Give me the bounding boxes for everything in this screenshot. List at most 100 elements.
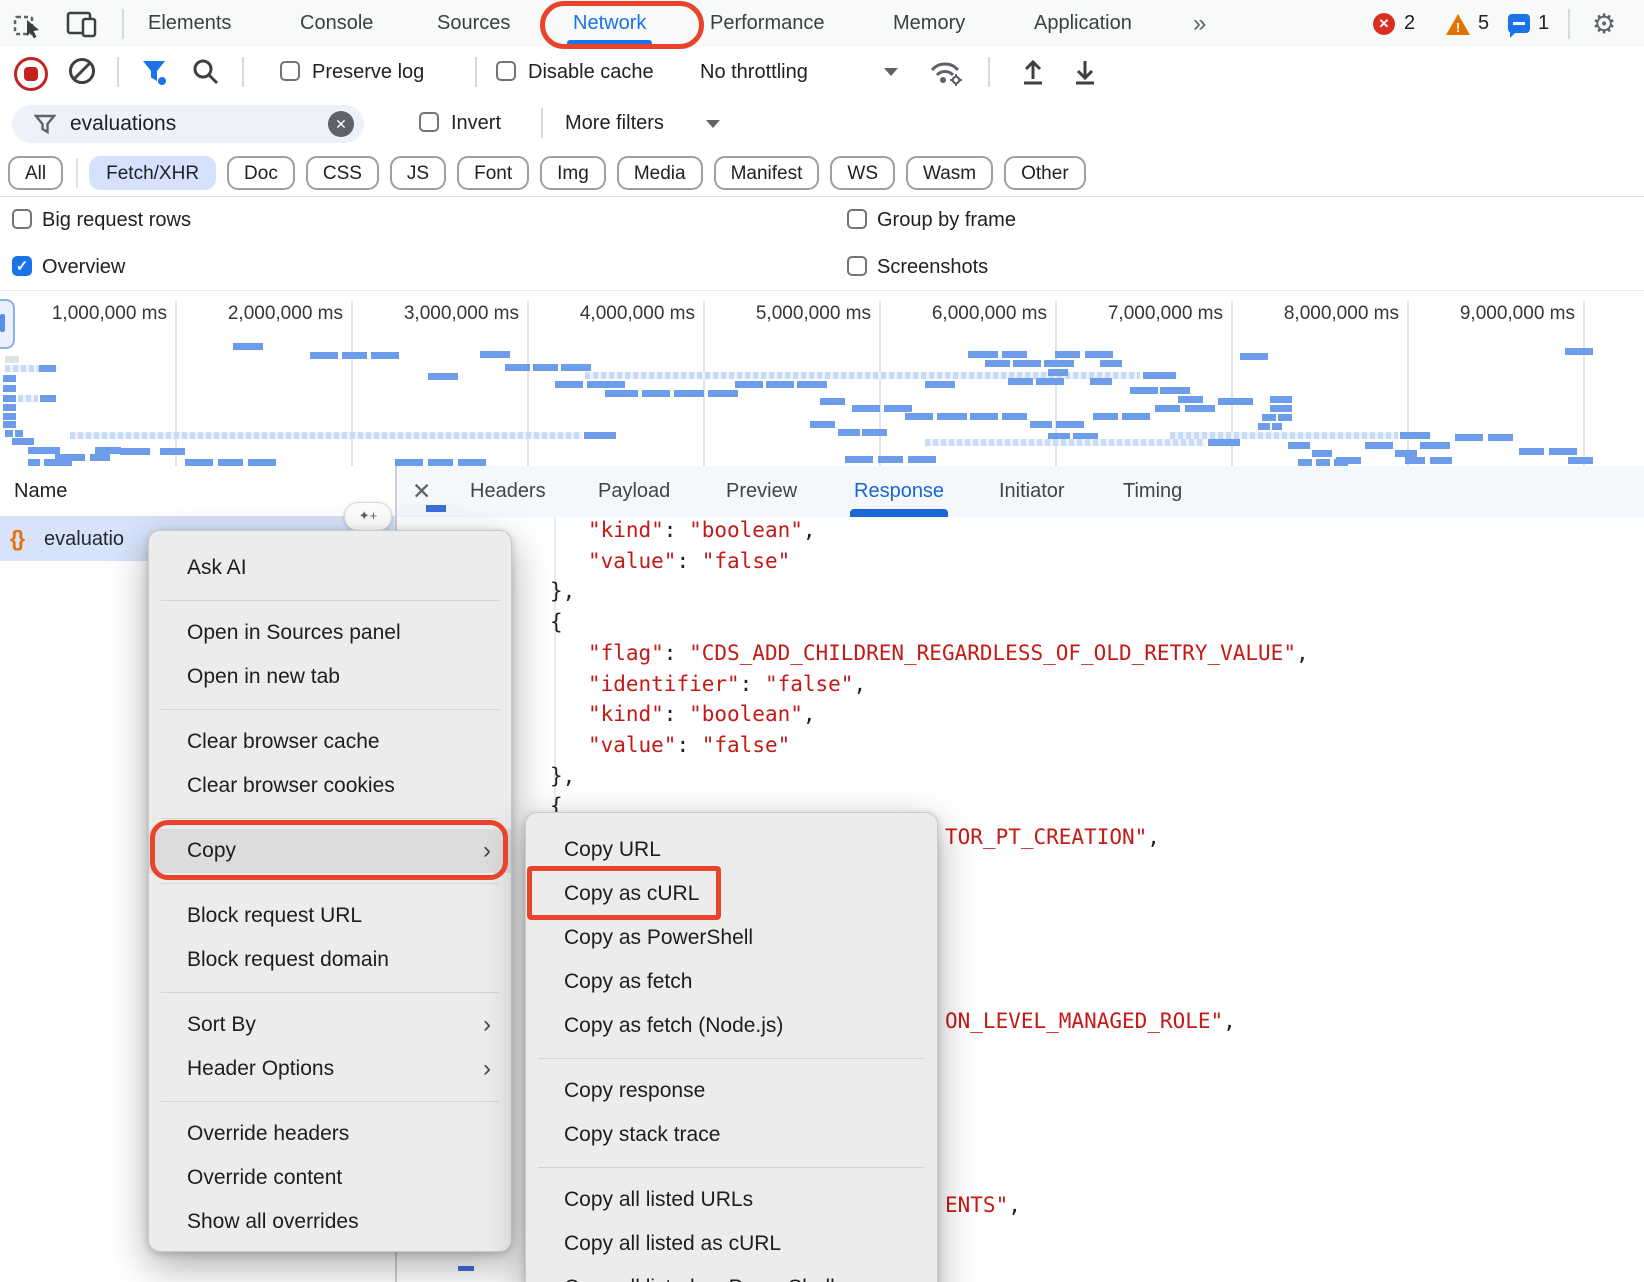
preserve-log-label[interactable]: Preserve log	[312, 47, 424, 97]
network-conditions-icon[interactable]	[928, 56, 964, 88]
detail-tab-preview[interactable]: Preview	[726, 466, 797, 517]
submenu-item-copy-response[interactable]: Copy response	[526, 1069, 937, 1113]
detail-tab-headers[interactable]: Headers	[470, 466, 546, 517]
search-icon[interactable]	[192, 58, 220, 86]
type-filter-manifest[interactable]: Manifest	[714, 156, 820, 190]
menu-item-open-in-sources-panel[interactable]: Open in Sources panel	[149, 611, 511, 655]
warning-icon[interactable]: !	[1446, 14, 1470, 35]
type-filter-img[interactable]: Img	[540, 156, 606, 190]
filter-bar: evaluations ✕ Invert More filters	[0, 97, 1644, 150]
message-count[interactable]: 1	[1538, 0, 1549, 47]
preserve-log-checkbox[interactable]	[280, 61, 300, 81]
detail-tab-timing[interactable]: Timing	[1123, 466, 1182, 517]
type-filter-js[interactable]: JS	[390, 156, 446, 190]
disable-cache-label[interactable]: Disable cache	[528, 47, 654, 97]
submenu-item-copy-as-fetch[interactable]: Copy as fetch	[526, 960, 937, 1004]
panel-tab-performance[interactable]: Performance	[710, 0, 825, 47]
response-code-line: },	[550, 761, 575, 791]
type-filter-font[interactable]: Font	[457, 156, 529, 190]
menu-item-clear-browser-cache[interactable]: Clear browser cache	[149, 720, 511, 764]
device-toolbar-icon[interactable]	[66, 9, 98, 39]
name-column-header[interactable]: Name	[0, 466, 395, 517]
invert-checkbox[interactable]	[419, 112, 439, 132]
menu-separator	[161, 992, 499, 993]
waterfall-bar	[968, 351, 998, 358]
type-filter-media[interactable]: Media	[617, 156, 703, 190]
panel-tab-application[interactable]: Application	[1034, 0, 1132, 47]
inspect-element-icon[interactable]	[12, 9, 42, 39]
menu-item-show-all-overrides[interactable]: Show all overrides	[149, 1200, 511, 1244]
detail-tab-payload[interactable]: Payload	[598, 466, 670, 517]
menu-item-override-content[interactable]: Override content	[149, 1156, 511, 1200]
filter-input[interactable]: evaluations ✕	[12, 105, 364, 143]
menu-item-header-options[interactable]: Header Options›	[149, 1047, 511, 1091]
type-filter-css[interactable]: CSS	[306, 156, 379, 190]
overview-checkbox[interactable]: ✓	[12, 256, 32, 276]
submenu-item-copy-as-powershell[interactable]: Copy as PowerShell	[526, 916, 937, 960]
record-stop-icon[interactable]	[14, 57, 48, 91]
timeline-gridline	[1407, 301, 1409, 467]
invert-label[interactable]: Invert	[451, 97, 501, 150]
menu-item-sort-by[interactable]: Sort By›	[149, 1003, 511, 1047]
menu-item-block-request-domain[interactable]: Block request domain	[149, 938, 511, 982]
detail-tab-initiator[interactable]: Initiator	[999, 466, 1065, 517]
menu-item-override-headers[interactable]: Override headers	[149, 1112, 511, 1156]
type-filter-doc[interactable]: Doc	[227, 156, 295, 190]
panel-tab-console[interactable]: Console	[300, 0, 373, 47]
type-filter-other[interactable]: Other	[1004, 156, 1086, 190]
throttling-caret-icon[interactable]	[884, 68, 898, 76]
waterfall-bar	[1278, 414, 1292, 421]
clear-filter-icon[interactable]: ✕	[328, 111, 354, 137]
type-filter-fetch-xhr[interactable]: Fetch/XHR	[89, 156, 216, 190]
submenu-item-copy-as-fetch-node-js[interactable]: Copy as fetch (Node.js)	[526, 1004, 937, 1048]
overview-label[interactable]: Overview	[42, 244, 125, 290]
import-har-icon[interactable]	[1018, 57, 1048, 87]
disable-cache-checkbox[interactable]	[496, 61, 516, 81]
ai-sparkle-badge[interactable]: ✦+	[344, 502, 392, 531]
screenshots-label[interactable]: Screenshots	[877, 244, 988, 290]
waterfall-bar	[1288, 442, 1310, 449]
menu-item-ask-ai[interactable]: Ask AI	[149, 546, 511, 590]
menu-separator	[161, 600, 499, 601]
type-filter-all[interactable]: All	[8, 156, 63, 190]
more-filters-caret-icon[interactable]	[706, 120, 720, 128]
waterfall-bar	[1316, 459, 1330, 466]
warning-count[interactable]: 5	[1478, 0, 1489, 47]
menu-item-block-request-url[interactable]: Block request URL	[149, 894, 511, 938]
big-request-rows-label[interactable]: Big request rows	[42, 197, 191, 243]
throttling-select[interactable]: No throttling	[700, 47, 808, 97]
type-filter-ws[interactable]: WS	[830, 156, 895, 190]
submenu-item-copy-stack-trace[interactable]: Copy stack trace	[526, 1113, 937, 1157]
error-icon[interactable]: ✕	[1373, 13, 1395, 35]
group-by-frame-checkbox[interactable]	[847, 209, 867, 229]
menu-item-open-in-new-tab[interactable]: Open in new tab	[149, 655, 511, 699]
submenu-item-copy-all-listed-urls[interactable]: Copy all listed URLs	[526, 1178, 937, 1222]
clear-icon[interactable]	[68, 57, 96, 85]
screenshots-checkbox[interactable]	[847, 256, 867, 276]
filter-icon[interactable]	[140, 58, 170, 86]
console-message-icon[interactable]	[1508, 14, 1530, 33]
panel-tab-sources[interactable]: Sources	[437, 0, 510, 47]
response-code-line: "flag": "CDS_ADD_CHILDREN_REGARDLESS_OF_…	[550, 638, 1309, 668]
big-request-rows-checkbox[interactable]	[12, 209, 32, 229]
group-by-frame-label[interactable]: Group by frame	[877, 197, 1016, 243]
divider	[122, 9, 124, 39]
request-name[interactable]: evaluatio	[44, 517, 124, 561]
export-har-icon[interactable]	[1070, 57, 1100, 87]
type-filter-wasm[interactable]: Wasm	[906, 156, 993, 190]
settings-gear-icon[interactable]: ⚙	[1592, 0, 1616, 47]
overview-drag-handle[interactable]	[0, 299, 15, 349]
error-count[interactable]: 2	[1404, 0, 1415, 47]
waterfall-bar	[937, 413, 967, 420]
more-filters-button[interactable]: More filters	[565, 97, 664, 150]
waterfall-bar	[1055, 351, 1080, 358]
panel-tab-memory[interactable]: Memory	[893, 0, 965, 47]
menu-item-clear-browser-cookies[interactable]: Clear browser cookies	[149, 764, 511, 808]
detail-tab-response[interactable]: Response	[854, 466, 944, 517]
submenu-item-copy-all-listed-as-curl[interactable]: Copy all listed as cURL	[526, 1222, 937, 1266]
waterfall-bar	[1455, 434, 1483, 441]
panel-tab-elements[interactable]: Elements	[148, 0, 231, 47]
network-overview-timeline[interactable]: 1,000,000 ms2,000,000 ms3,000,000 ms4,00…	[0, 290, 1644, 468]
more-tabs-icon[interactable]: »	[1193, 0, 1206, 47]
submenu-item-copy-all-listed-as-powershell[interactable]: Copy all listed as PowerShell	[526, 1266, 937, 1282]
